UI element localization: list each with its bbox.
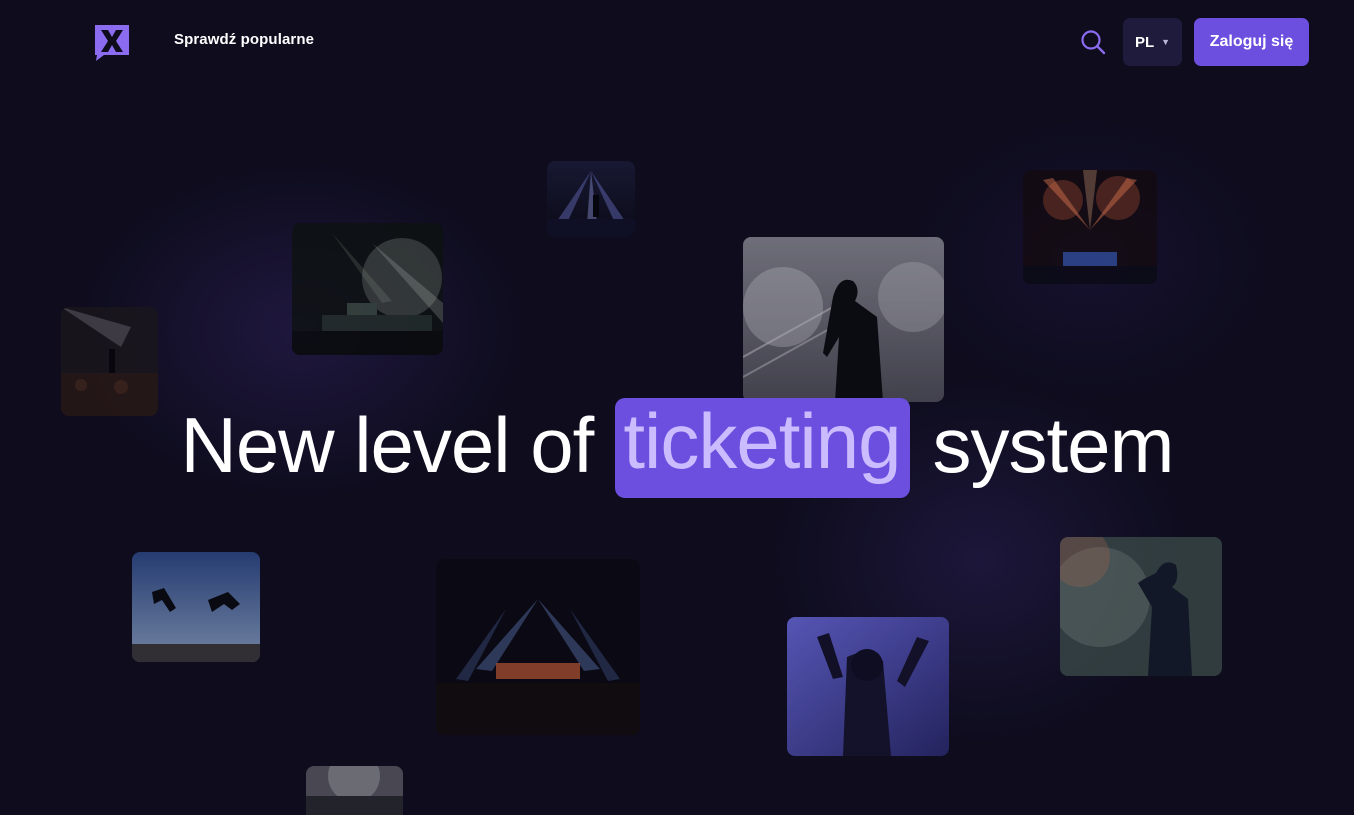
concert-photo [436,559,640,735]
concert-photo [787,617,949,756]
concert-photo [292,223,443,355]
concert-photo [1023,170,1157,284]
x-logo-icon[interactable] [92,22,132,62]
top-navigation: Sprawdź popularne PL ▼ Zaloguj się [0,0,1354,84]
popular-link[interactable]: Sprawdź popularne [174,31,314,48]
language-label: PL [1134,33,1155,51]
landing-page: Sprawdź popularne PL ▼ Zaloguj się New l… [0,0,1354,815]
headline-before: New level of [180,400,594,489]
concert-photo [743,237,944,402]
language-selector[interactable]: PL ▼ [1123,18,1182,66]
search-icon[interactable] [1080,29,1106,55]
login-button[interactable]: Zaloguj się [1194,18,1309,66]
hero-headline: New level of ticketing system [0,398,1354,498]
concert-photo [132,552,260,662]
concert-photo [1060,537,1222,676]
concert-photo [547,161,635,237]
concert-photo [306,766,403,815]
headline-highlight: ticketing [615,398,911,498]
caret-down-icon: ▼ [1161,37,1171,47]
headline-after: system [932,400,1174,489]
